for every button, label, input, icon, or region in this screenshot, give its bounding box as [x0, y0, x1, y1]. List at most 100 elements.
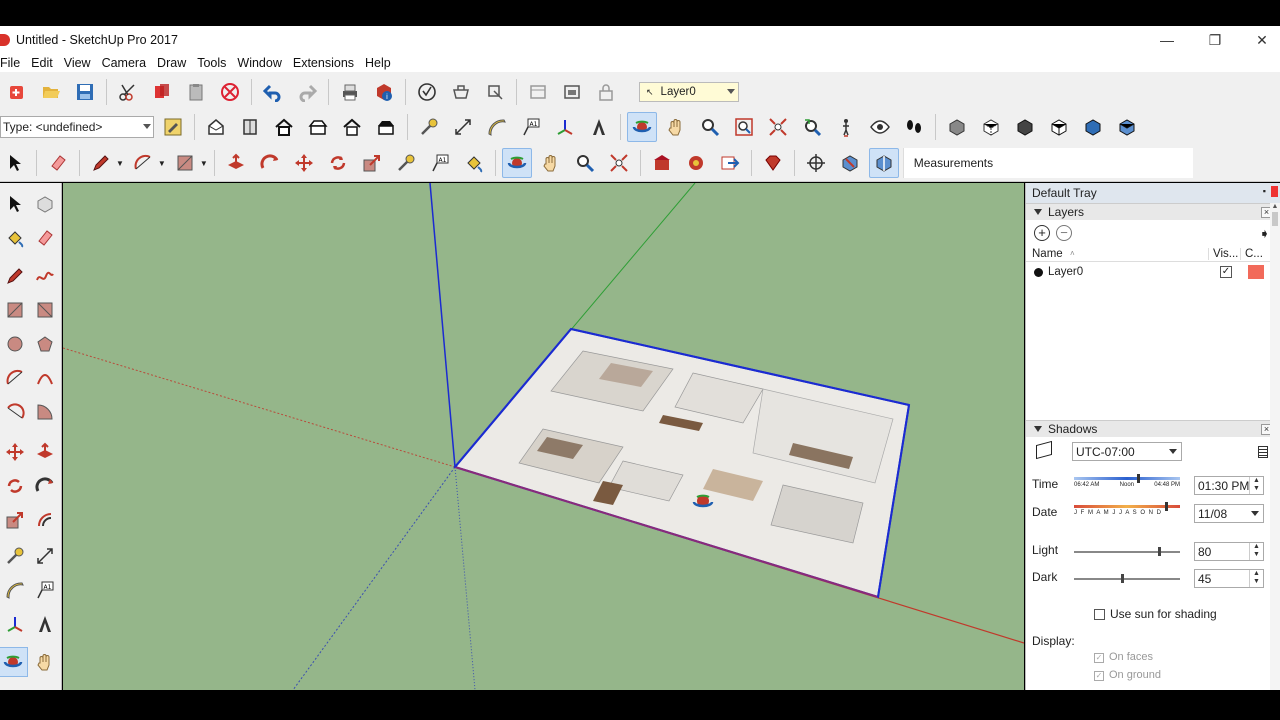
zoom-button[interactable] — [695, 112, 725, 142]
tray-scrollbar[interactable]: ▲ — [1270, 203, 1280, 690]
previous-view-button[interactable] — [797, 112, 827, 142]
column-color[interactable]: C... — [1240, 247, 1263, 260]
classifier-button[interactable] — [158, 112, 188, 142]
style-textured-button[interactable] — [1112, 112, 1142, 142]
arc-tool[interactable] — [0, 363, 30, 393]
section-plane-button[interactable] — [801, 148, 831, 178]
section-cut-button[interactable] — [835, 148, 865, 178]
right-view-button[interactable] — [303, 112, 333, 142]
shadows-panel-header[interactable]: Shadows × — [1026, 420, 1280, 437]
shadow-settings-icon[interactable] — [1258, 446, 1268, 458]
polygon-tool[interactable] — [30, 329, 60, 359]
dimension-button[interactable] — [448, 112, 478, 142]
layer-details-icon[interactable]: ➧ — [1259, 226, 1270, 242]
light-field[interactable]: 80 ▲ ▼ — [1194, 542, 1264, 561]
zoom-extents-tool-button[interactable] — [604, 148, 634, 178]
axes-tool[interactable] — [0, 609, 30, 639]
undo-button[interactable] — [258, 77, 288, 107]
text-button[interactable]: A1 — [516, 112, 546, 142]
restore-button[interactable]: ❐ — [1192, 26, 1238, 54]
dark-field[interactable]: 45 ▲ ▼ — [1194, 569, 1264, 588]
iso-view-button[interactable] — [201, 112, 231, 142]
front-view-button[interactable] — [269, 112, 299, 142]
minimize-button[interactable]: — — [1144, 26, 1190, 54]
column-visible[interactable]: Vis... — [1208, 247, 1238, 260]
eraser-button[interactable] — [43, 148, 73, 178]
circle-tool[interactable] — [0, 329, 30, 359]
close-button[interactable]: ✕ — [1239, 26, 1280, 54]
move-button[interactable] — [289, 148, 319, 178]
paint-bucket-button[interactable] — [459, 148, 489, 178]
section-display-button[interactable] — [868, 148, 899, 178]
select-tool-button[interactable] — [0, 148, 30, 178]
copy-button[interactable] — [147, 77, 177, 107]
pan-tool[interactable] — [30, 647, 60, 677]
add-layer-icon[interactable]: + — [1034, 225, 1050, 241]
offset-button[interactable] — [391, 148, 421, 178]
floor-plan-model[interactable] — [453, 327, 911, 599]
follow-me-button[interactable] — [255, 148, 285, 178]
print-button[interactable] — [335, 77, 365, 107]
menu-file[interactable]: File — [0, 56, 20, 70]
zoom-tool-button[interactable] — [570, 148, 600, 178]
left-view-button[interactable] — [371, 112, 401, 142]
make-component-tool[interactable] — [30, 189, 60, 219]
walk-button[interactable] — [899, 112, 929, 142]
zoom-window-button[interactable] — [729, 112, 759, 142]
time-field[interactable]: 01:30 PM ▲ ▼ — [1194, 476, 1264, 495]
measurements-box[interactable]: Measurements — [902, 148, 1193, 178]
column-name[interactable]: Name — [1032, 248, 1063, 260]
top-view-button[interactable] — [235, 112, 265, 142]
style-shaded-button[interactable] — [1078, 112, 1108, 142]
axes-button[interactable] — [550, 112, 580, 142]
freehand-tool[interactable] — [30, 261, 60, 291]
send-to-layout-button[interactable] — [557, 77, 587, 107]
zoom-extents-button[interactable] — [763, 112, 793, 142]
scale-tool[interactable] — [0, 505, 30, 535]
date-slider-knob[interactable] — [1165, 502, 1168, 511]
layer-color-swatch[interactable] — [1248, 265, 1264, 279]
chevron-down-icon[interactable]: ▼ — [158, 159, 166, 168]
pie-tool[interactable] — [30, 397, 60, 427]
menu-help[interactable]: Help — [365, 56, 391, 70]
style-backedges-button[interactable] — [976, 112, 1006, 142]
select-tool[interactable] — [0, 189, 30, 219]
drawing-viewport[interactable] — [63, 183, 1024, 690]
ruby-console-button[interactable] — [758, 148, 788, 178]
three-point-arc-tool[interactable] — [0, 397, 30, 427]
type-select[interactable]: Type: <undefined> — [0, 116, 154, 138]
paste-button[interactable] — [181, 77, 211, 107]
tape-measure-tool[interactable] — [0, 541, 30, 571]
two-point-arc-tool[interactable] — [30, 363, 60, 393]
dark-slider[interactable] — [1074, 574, 1180, 583]
style-xray-button[interactable] — [942, 112, 972, 142]
remove-layer-icon[interactable]: − — [1056, 225, 1072, 241]
menu-view[interactable]: View — [64, 56, 91, 70]
3d-text-button[interactable] — [584, 112, 614, 142]
redo-button[interactable] — [292, 77, 322, 107]
lock-button[interactable] — [591, 77, 621, 107]
open-button[interactable] — [36, 77, 66, 107]
layout-button[interactable] — [523, 77, 553, 107]
position-camera-button[interactable] — [831, 112, 861, 142]
style-hidden-line-button[interactable] — [1044, 112, 1074, 142]
follow-me-tool[interactable] — [30, 471, 60, 501]
paint-bucket-tool[interactable] — [0, 223, 30, 253]
send-to-layout-tool-button[interactable] — [715, 148, 745, 178]
menu-edit[interactable]: Edit — [31, 56, 53, 70]
tray-close-icon[interactable] — [1271, 186, 1278, 197]
menu-window[interactable]: Window — [237, 56, 281, 70]
layer-select[interactable]: ↖ Layer0 — [639, 82, 739, 102]
style-wireframe-button[interactable] — [1010, 112, 1040, 142]
arc-tool-button[interactable] — [128, 148, 158, 178]
protractor-button[interactable] — [482, 112, 512, 142]
rotate-button[interactable] — [323, 148, 353, 178]
shape-tool-button[interactable] — [170, 148, 200, 178]
menu-camera[interactable]: Camera — [102, 56, 146, 70]
chevron-down-icon[interactable]: ▼ — [200, 159, 208, 168]
use-sun-checkbox[interactable] — [1094, 609, 1105, 620]
share-model-button[interactable] — [446, 77, 476, 107]
eraser-tool[interactable] — [30, 223, 60, 253]
scale-button[interactable] — [357, 148, 387, 178]
chevron-down-icon[interactable]: ▼ — [116, 159, 124, 168]
